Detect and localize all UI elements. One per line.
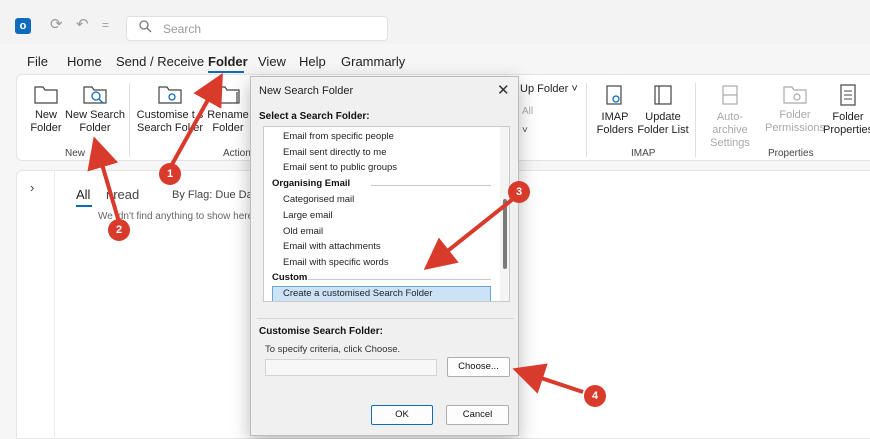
step-badge-3: 3	[508, 181, 530, 203]
new-folder-label-1: New	[34, 109, 57, 121]
list-item-selected[interactable]: Create a customised Search Folder	[272, 286, 491, 301]
clean-up-all-button[interactable]: All	[522, 106, 533, 117]
search-folder-icon	[83, 86, 107, 104]
list-item[interactable]: Email sent to public groups	[264, 160, 501, 176]
folder-permissions-button[interactable]: Folder Permissions	[764, 83, 826, 135]
folder-icon	[34, 86, 58, 104]
new-search-folder-dialog: New Search Folder ✕ Select a Search Fold…	[250, 76, 519, 436]
tab-send-receive[interactable]: Send / Receive	[116, 54, 204, 69]
rename-icon	[216, 86, 240, 104]
folder-list-icon	[654, 85, 672, 105]
update-folder-list-button[interactable]: Update Folder List	[637, 83, 689, 137]
listbox-scrollbar[interactable]	[500, 127, 509, 301]
list-item[interactable]: Categorised mail	[264, 192, 501, 208]
tab-file[interactable]: File	[27, 54, 48, 69]
choose-button[interactable]: Choose...	[447, 357, 510, 377]
imap-folders-label-1: IMAP	[601, 111, 629, 123]
auto-archive-label-1: Auto-archive	[712, 111, 748, 136]
new-search-folder-label-2: Folder	[79, 122, 111, 134]
dialog-divider	[257, 318, 514, 319]
folder-properties-icon	[840, 84, 856, 106]
search-icon	[139, 20, 152, 36]
tab-grammarly[interactable]: Grammarly	[341, 54, 405, 69]
group-label-imap: IMAP	[631, 148, 656, 159]
rename-label-1: Rename	[207, 109, 249, 121]
search-folder-listbox[interactable]: Email from specific people Email sent di…	[263, 126, 510, 302]
folder-settings-icon	[158, 86, 182, 104]
imap-folders-icon	[606, 85, 622, 105]
customise-search-folder-label: Customise Search Folder:	[259, 326, 383, 337]
list-category-header: Organising Email	[264, 176, 501, 192]
search-input[interactable]: Search	[126, 16, 388, 41]
rename-folder-button[interactable]: Rename Folder	[207, 83, 249, 135]
tab-view[interactable]: View	[258, 54, 286, 69]
filter-tab-all-indicator	[76, 205, 92, 207]
customise-search-folder-button[interactable]: Customise t s Search Fol er	[135, 83, 205, 135]
scrollbar-thumb[interactable]	[503, 199, 507, 269]
active-tab-indicator	[208, 71, 244, 73]
rename-label-2: Folder	[212, 122, 244, 134]
new-folder-button[interactable]: New Folder	[29, 83, 63, 135]
tab-help[interactable]: Help	[299, 54, 326, 69]
menu-bar: File Home Send / Receive Folder View Hel…	[0, 50, 870, 74]
imap-folders-button[interactable]: IMAP Folders	[595, 83, 635, 137]
criteria-field	[265, 359, 437, 376]
folder-permissions-label-1: Folder	[779, 109, 811, 121]
folder-properties-label-2: Properties	[823, 124, 870, 136]
new-folder-label-2: Folder	[30, 122, 62, 134]
step-badge-4: 4	[584, 385, 606, 407]
folder-properties-label-1: Folder	[832, 111, 864, 123]
group-separator	[695, 83, 696, 157]
title-bar: o ⟳ ↶ = Search	[0, 0, 870, 44]
step-badge-1: 1	[159, 163, 181, 185]
group-label-properties: Properties	[768, 148, 814, 159]
update-folder-list-label-2: Folder List	[637, 124, 689, 136]
clean-up-folder-button[interactable]: Up Folder ˅	[520, 83, 578, 95]
list-item[interactable]: Email from specific people	[264, 129, 501, 145]
filter-by-flag-due-date[interactable]: By Flag: Due Date	[172, 189, 262, 201]
select-search-folder-label: Select a Search Folder:	[259, 111, 370, 122]
auto-archive-label-2: Settings	[710, 137, 750, 149]
group-separator	[129, 83, 130, 157]
imap-folders-label-2: Folders	[596, 124, 634, 136]
criteria-instructions: To specify criteria, click Choose.	[265, 344, 401, 355]
group-separator	[586, 83, 587, 157]
list-item[interactable]: Old email	[264, 224, 501, 240]
quick-access-more-icon[interactable]: =	[102, 18, 109, 32]
tab-folder[interactable]: Folder	[208, 54, 248, 69]
customise-label-1: Customise t s	[136, 109, 204, 121]
filter-tab-all[interactable]: All	[76, 187, 90, 202]
list-item[interactable]: Email with attachments	[264, 239, 501, 255]
auto-archive-settings-button[interactable]: Auto-archive Settings	[700, 83, 760, 150]
filter-tab-unread[interactable]: nread	[106, 187, 139, 202]
outlook-window: o ⟳ ↶ = Search File Home Send / Receive …	[0, 0, 870, 439]
pane-divider	[54, 170, 55, 439]
folder-properties-button[interactable]: Folder Properties	[823, 83, 870, 137]
step-badge-2: 2	[108, 219, 130, 241]
undo-icon[interactable]: ↶	[76, 15, 89, 33]
list-item[interactable]: Large email	[264, 208, 501, 224]
folder-permissions-label-2: Permissions	[765, 122, 825, 134]
outlook-logo-icon: o	[15, 18, 31, 34]
tab-home[interactable]: Home	[67, 54, 102, 69]
list-category-header: Custom	[264, 270, 501, 286]
new-search-folder-label-1: New Search	[65, 109, 125, 121]
list-item[interactable]: Email with specific words	[264, 255, 501, 271]
ok-button[interactable]: OK	[371, 405, 433, 425]
new-search-folder-button[interactable]: New Search Folder	[65, 83, 125, 135]
close-icon[interactable]: ✕	[497, 81, 510, 99]
clean-up-chevron-icon[interactable]: ˅	[522, 125, 528, 136]
folder-permissions-icon	[783, 86, 807, 104]
list-item[interactable]: Email sent directly to me	[264, 145, 501, 161]
search-placeholder: Search	[163, 22, 202, 36]
cancel-button[interactable]: Cancel	[446, 405, 509, 425]
update-folder-list-label-1: Update	[645, 111, 681, 123]
dialog-title: New Search Folder	[259, 85, 354, 97]
expand-folder-pane-icon[interactable]: ›	[30, 180, 34, 195]
customise-label-2: Search Fol er	[136, 122, 204, 134]
refresh-icon[interactable]: ⟳	[50, 15, 63, 33]
group-label-new: New	[65, 148, 86, 159]
archive-icon	[722, 85, 738, 105]
